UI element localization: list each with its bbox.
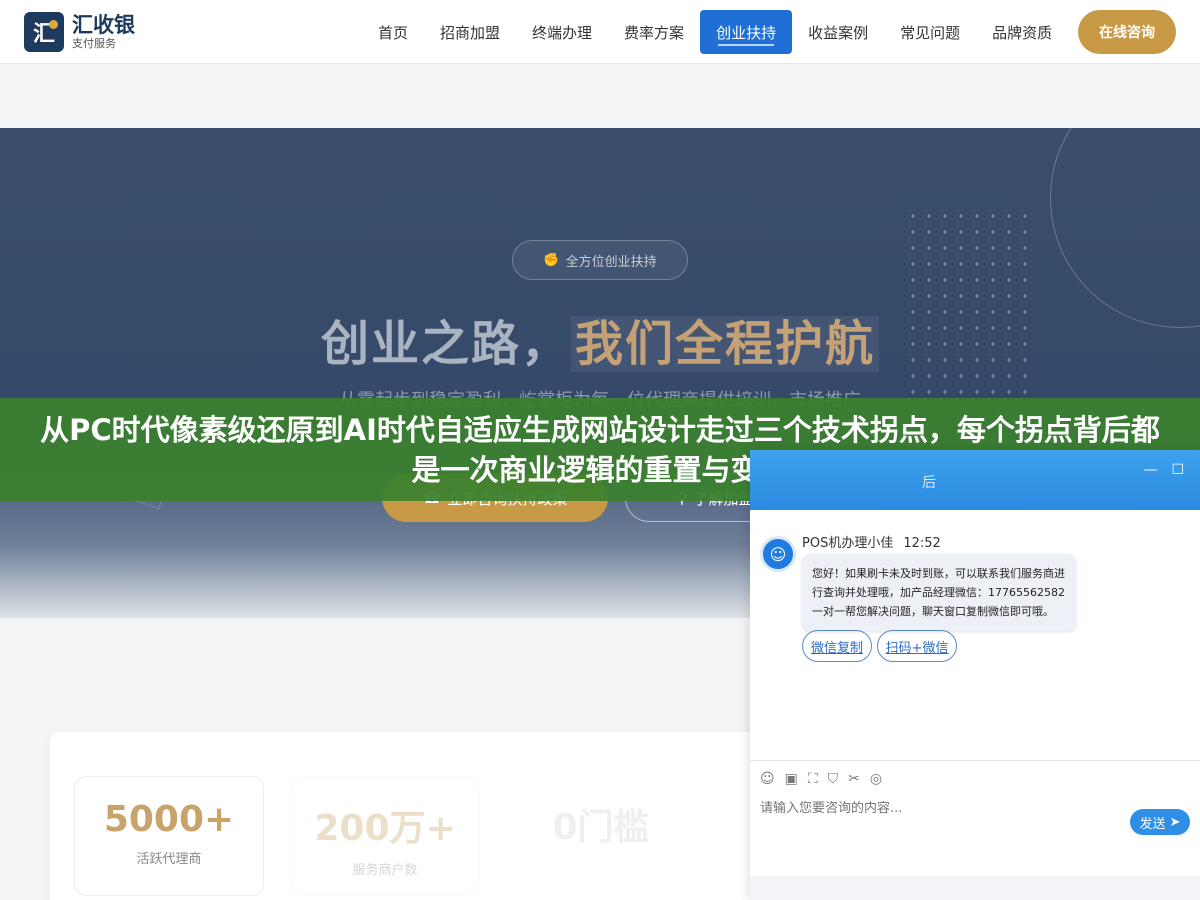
hero-title-highlight: 我们全程护航 (571, 316, 880, 372)
chat-widget: 后 — ☐ ☺ POS机办理小佳 12:52 您好！如果刷卡未及时到账，可以联系我… (750, 450, 1200, 900)
copy-wechat-chip[interactable]: 微信复制 (802, 630, 872, 662)
scan-wechat-chip[interactable]: 扫码+微信 (877, 630, 957, 662)
hero-title: 创业之路，我们全程护航 (0, 304, 1200, 374)
chat-sender: POS机办理小佳 12:52 (802, 532, 941, 551)
nav-menu: 首页 招商加盟 终端办理 费率方案 创业扶持 收益案例 常见问题 品牌资质 (362, 10, 1068, 54)
online-consult-button[interactable]: 在线咨询 (1078, 10, 1176, 54)
stat-label: 服务商户数 (352, 863, 418, 878)
message-bubble: 您好！如果刷卡未及时到账，可以联系我们服务商进行查询并处理哦，加产品经理微信：1… (802, 554, 1076, 631)
wechat-icon[interactable]: ◎ (870, 771, 882, 787)
agent-avatar: ☺ (760, 536, 796, 572)
chat-input[interactable] (760, 801, 1120, 816)
screenshot-icon[interactable]: ⛶ (808, 771, 818, 787)
stats-card: 5000+ 活跃代理商 200万+ 服务商户数 0门槛 (50, 732, 810, 900)
stat-merchants: 200万+ 服务商户数 (290, 776, 480, 896)
brand-title: 汇收银 (72, 13, 135, 37)
stat-agents: 5000+ 活跃代理商 (74, 776, 264, 896)
maximize-icon[interactable]: ☐ (1171, 462, 1184, 478)
logo-dot (49, 20, 58, 29)
nav-item-startup-support[interactable]: 创业扶持 (700, 10, 793, 54)
stat-value: 200万+ (314, 808, 456, 849)
logo-mark-icon: 汇 (24, 12, 64, 52)
chat-toolbar: ☺ ▣ ⛶ ⛉ ✂ ◎ (760, 771, 882, 787)
stat-threshold: 0门槛 (506, 776, 696, 896)
chat-footer (750, 876, 1200, 900)
message-time: 12:52 (903, 536, 941, 551)
chat-composer: ☺ ▣ ⛶ ⛉ ✂ ◎ 发送 ➤ (750, 760, 1200, 880)
hero-title-plain: 创业之路， (320, 316, 571, 372)
chat-header: 后 — ☐ (750, 450, 1200, 510)
nav-item-qualification[interactable]: 品牌资质 (976, 10, 1068, 54)
send-arrow-icon: ➤ (1169, 814, 1181, 830)
nav-item-franchise[interactable]: 招商加盟 (424, 10, 516, 54)
chat-header-title: 后 (922, 475, 936, 491)
emoji-icon[interactable]: ☺ (760, 771, 775, 787)
brand-logo[interactable]: 汇 汇收银 支付服务 (24, 12, 135, 52)
brand-subtitle: 支付服务 (72, 37, 116, 50)
chat-window-controls: — ☐ (1143, 462, 1184, 478)
stat-label: 活跃代理商 (136, 852, 202, 867)
stat-value: 0门槛 (552, 807, 650, 848)
image-icon[interactable]: ▣ (785, 771, 798, 787)
minimize-icon[interactable]: — (1143, 462, 1157, 478)
muscle-icon: ✊ (543, 252, 560, 268)
top-nav: 汇 汇收银 支付服务 首页 招商加盟 终端办理 费率方案 创业扶持 收益案例 常… (0, 0, 1200, 64)
nav-item-terminal[interactable]: 终端办理 (516, 10, 608, 54)
send-label: 发送 (1139, 816, 1166, 832)
hero-badge-label: 全方位创业扶持 (565, 254, 657, 270)
nav-item-rates[interactable]: 费率方案 (608, 10, 700, 54)
nav-item-faq[interactable]: 常见问题 (884, 10, 976, 54)
send-button[interactable]: 发送 ➤ (1130, 809, 1190, 835)
shield-icon[interactable]: ⛉ (828, 771, 839, 787)
decor-circle (1050, 128, 1200, 328)
hero-badge: ✊ 全方位创业扶持 (512, 240, 688, 280)
scissors-icon[interactable]: ✂ (848, 771, 860, 787)
nav-item-cases[interactable]: 收益案例 (792, 10, 884, 54)
nav-item-home[interactable]: 首页 (362, 10, 424, 54)
sender-name: POS机办理小佳 (802, 536, 894, 551)
stat-value: 5000+ (103, 799, 235, 840)
logo-text: 汇收银 支付服务 (72, 13, 135, 51)
